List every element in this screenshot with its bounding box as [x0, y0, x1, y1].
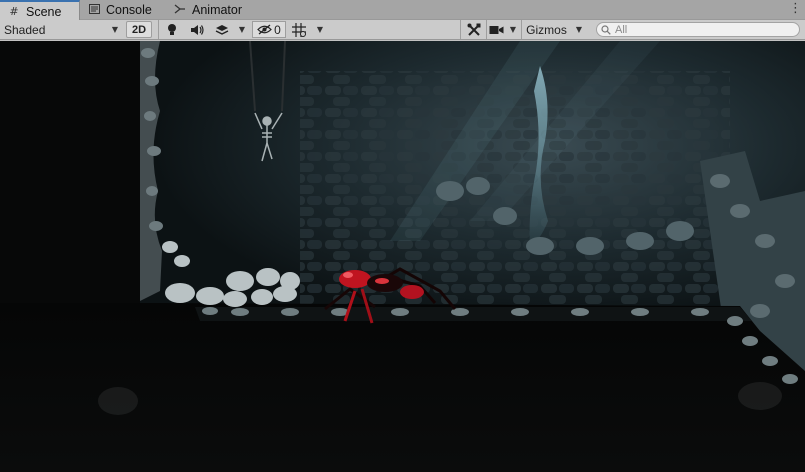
search-icon — [601, 24, 611, 35]
tools-icon — [467, 23, 480, 36]
grid-toggle[interactable] — [288, 20, 310, 39]
toggle-2d-label: 2D — [131, 23, 147, 36]
camera-icon — [489, 25, 504, 34]
hidden-objects-count: 0 — [274, 22, 281, 37]
tab-scene-label: Scene — [26, 4, 62, 19]
scene-viewport[interactable] — [0, 41, 805, 472]
scene-lighting-toggle[interactable] — [158, 20, 184, 39]
ambient-glow — [738, 382, 782, 410]
animator-icon — [174, 3, 186, 17]
gizmos-button[interactable]: Gizmos — [521, 20, 571, 39]
ambient-glow — [98, 387, 138, 415]
speaker-icon — [191, 24, 204, 35]
lightbulb-icon — [167, 24, 176, 35]
tab-animator-label: Animator — [192, 3, 243, 17]
grid-snap-icon — [292, 22, 306, 37]
editor-tools-button[interactable] — [460, 20, 486, 39]
scene-render — [0, 41, 805, 472]
tab-console-label: Console — [106, 3, 152, 17]
editor-tab-bar: # Scene Console Animator ⋮ — [0, 0, 805, 21]
grid-dropdown[interactable]: ▼ — [312, 20, 328, 39]
chevron-down-icon: ▼ — [111, 25, 118, 34]
chevron-down-icon: ▼ — [316, 25, 324, 34]
chevron-down-icon: ▼ — [509, 25, 517, 34]
chevron-down-icon: ▼ — [575, 25, 583, 34]
tab-console[interactable]: Console — [80, 0, 166, 20]
scene-toolbar: Shaded ▼ 2D ▼ 0 ▼ ▼ Gizmos ▼ All — [0, 20, 805, 40]
effects-dropdown[interactable]: ▼ — [234, 20, 250, 39]
scene-effects-toggle[interactable] — [210, 20, 234, 39]
scene-audio-toggle[interactable] — [184, 20, 210, 39]
scene-camera-button[interactable] — [486, 20, 506, 39]
layers-effects-icon — [215, 24, 229, 35]
console-icon — [88, 3, 100, 17]
eye-slash-icon — [257, 24, 273, 35]
tab-animator[interactable]: Animator — [166, 0, 256, 20]
shading-mode-dropdown[interactable]: Shaded ▼ — [0, 20, 122, 39]
scene-search-box[interactable] — [596, 22, 800, 37]
scene-visibility-toggle[interactable]: 0 — [252, 21, 286, 38]
grid-icon: # — [9, 5, 19, 18]
gizmos-dropdown[interactable]: ▼ — [571, 20, 587, 39]
camera-dropdown[interactable]: ▼ — [506, 20, 520, 39]
chevron-down-icon: ▼ — [238, 25, 246, 34]
shading-mode-label: Shaded — [4, 22, 46, 37]
tab-scene[interactable]: # Scene — [0, 0, 80, 21]
ground-edge — [195, 307, 752, 321]
search-input[interactable] — [615, 23, 785, 36]
toggle-2d-button[interactable]: 2D — [126, 21, 152, 38]
more-options-icon[interactable]: ⋮ — [789, 1, 802, 16]
gizmos-label: Gizmos — [526, 22, 567, 37]
